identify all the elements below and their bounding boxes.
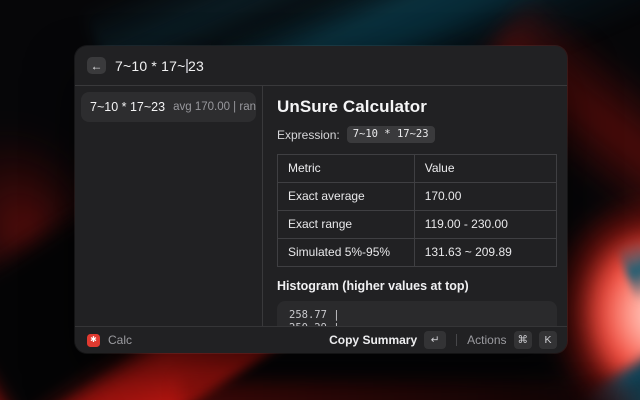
cmd-key-icon: ⌘ xyxy=(514,331,533,349)
detail-title: UnSure Calculator xyxy=(277,97,557,117)
col-header-metric: Metric xyxy=(278,155,415,183)
metric-cell: Simulated 5%-95% xyxy=(278,239,415,267)
copy-summary-button[interactable]: Copy Summary ↵ xyxy=(329,331,446,349)
actions-label: Actions xyxy=(467,333,506,347)
wallpaper-red-strip xyxy=(180,380,640,400)
table-row: Simulated 5%-95% 131.63 ~ 209.89 xyxy=(278,239,557,267)
back-arrow-icon: ← xyxy=(91,59,103,73)
table-row: Exact range 119.00 - 230.00 xyxy=(278,211,557,239)
value-cell: 131.63 ~ 209.89 xyxy=(414,239,556,267)
list-item-expression[interactable]: 7~10 * 17~23 avg 170.00 | rang… xyxy=(81,92,256,122)
copy-summary-label: Copy Summary xyxy=(329,333,417,347)
metric-cell: Exact range xyxy=(278,211,415,239)
histogram-line: 258.77 | xyxy=(289,309,545,322)
table-row: Exact average 170.00 xyxy=(278,183,557,211)
list-item-title: 7~10 * 17~23 xyxy=(90,100,165,114)
expression-label: Expression: xyxy=(277,128,340,142)
value-cell: 170.00 xyxy=(414,183,556,211)
metrics-table: Metric Value Exact average 170.00 Exact … xyxy=(277,154,557,267)
raycast-window: ← 7~10 * 17~23 7~10 * 17~23 avg 170.00 |… xyxy=(75,46,567,353)
back-button[interactable]: ← xyxy=(87,57,106,74)
k-key-icon: K xyxy=(539,331,557,349)
actions-menu-button[interactable]: Actions ⌘ K xyxy=(467,331,557,349)
main-content: 7~10 * 17~23 avg 170.00 | rang… UnSure C… xyxy=(75,86,567,326)
footer-actions: Copy Summary ↵ Actions ⌘ K xyxy=(329,331,557,349)
list-item-subtitle: avg 170.00 | rang… xyxy=(173,101,256,113)
footer-separator xyxy=(456,334,457,346)
histogram-heading: Histogram (higher values at top) xyxy=(277,279,557,293)
return-key-icon: ↵ xyxy=(424,331,446,349)
expression-row: Expression: 7~10 * 17~23 xyxy=(277,126,557,143)
value-cell: 119.00 - 230.00 xyxy=(414,211,556,239)
table-header-row: Metric Value xyxy=(278,155,557,183)
metric-cell: Exact average xyxy=(278,183,415,211)
expression-value-chip: 7~10 * 17~23 xyxy=(347,126,435,143)
search-input[interactable]: 7~10 * 17~23 xyxy=(115,58,555,74)
results-list: 7~10 * 17~23 avg 170.00 | rang… xyxy=(75,86,262,326)
search-text-after-caret: 23 xyxy=(188,58,204,74)
search-header: ← 7~10 * 17~23 xyxy=(75,46,567,86)
col-header-value: Value xyxy=(414,155,556,183)
detail-panel: UnSure Calculator Expression: 7~10 * 17~… xyxy=(263,86,567,326)
app-name-label: Calc xyxy=(108,333,132,347)
histogram-code-block: 258.77 | 250.29 | 241.80 | xyxy=(277,301,557,326)
calc-extension-icon: ✱ xyxy=(87,334,100,347)
search-text-before-caret: 7~10 * 17~ xyxy=(115,58,186,74)
asterisk-icon: ✱ xyxy=(90,336,97,344)
action-bar: ✱ Calc Copy Summary ↵ Actions ⌘ K xyxy=(75,326,567,353)
